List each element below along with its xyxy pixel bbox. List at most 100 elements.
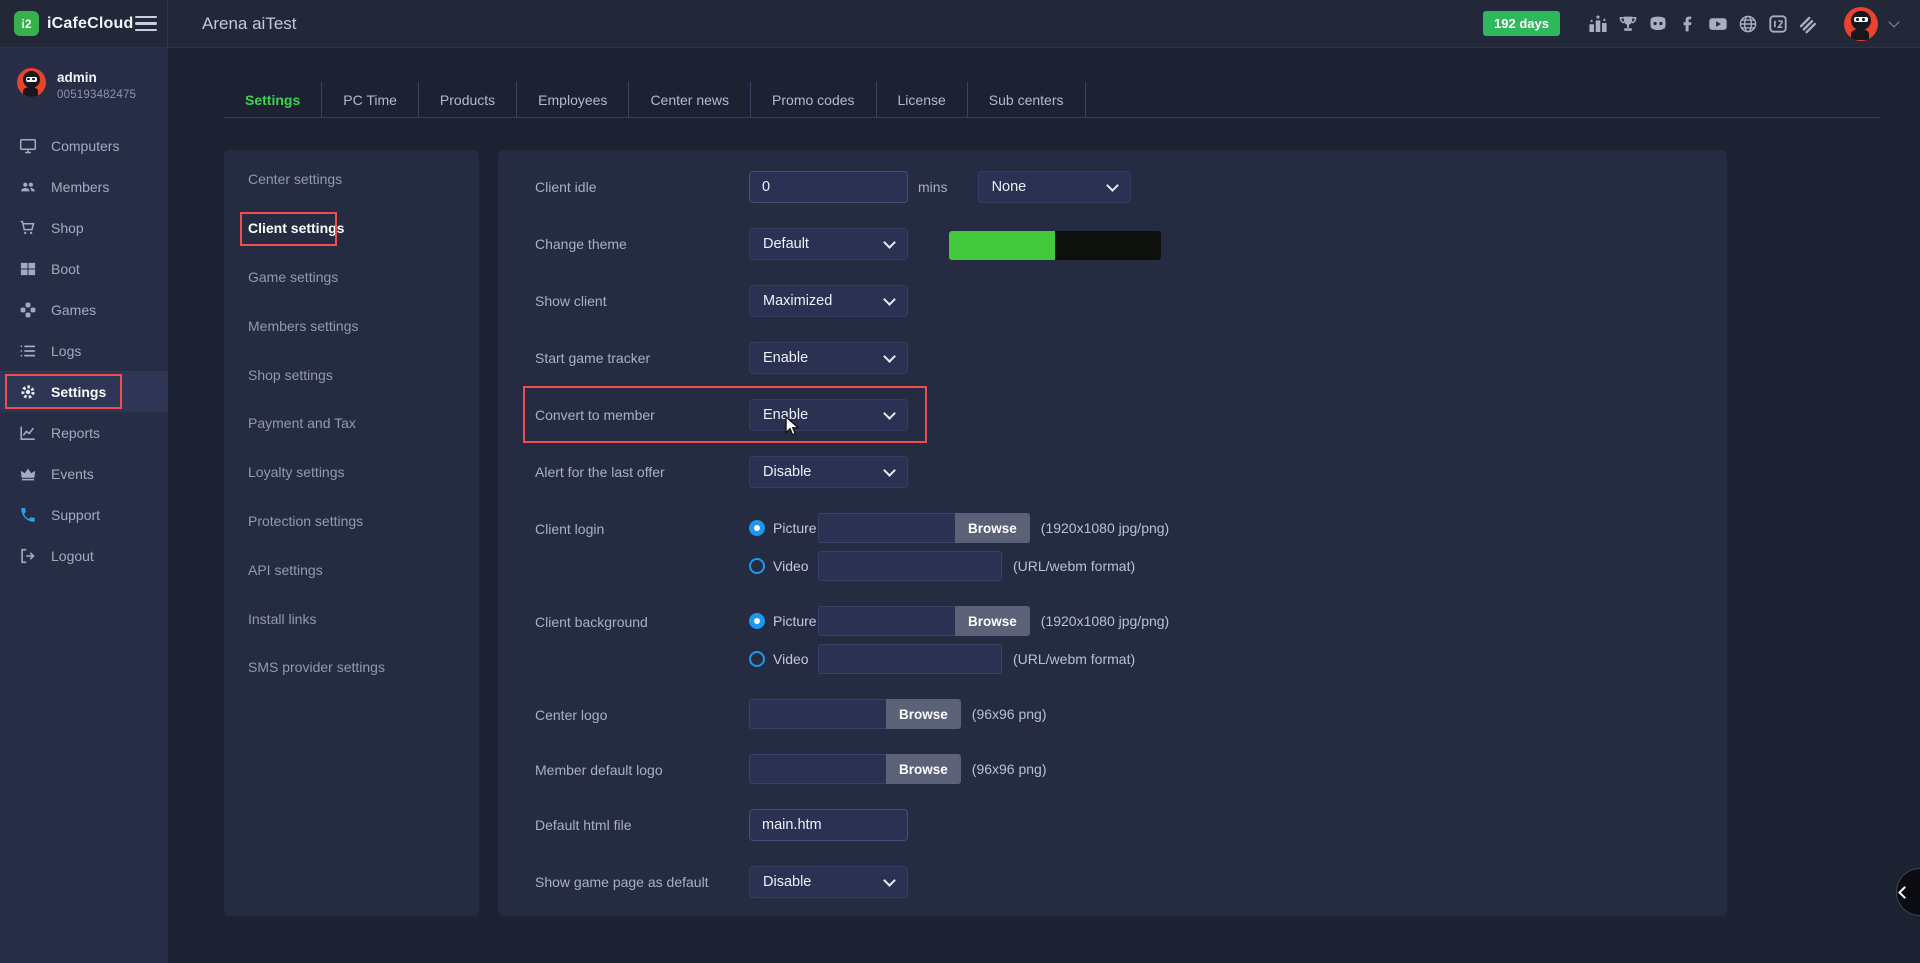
row-show-client: Show client Maximized [535, 285, 1697, 317]
subnav-label: Game settings [248, 269, 338, 285]
client-login-video-input[interactable] [818, 551, 1002, 581]
subnav-install-links[interactable]: Install links [224, 594, 479, 643]
tab-pc-time[interactable]: PC Time [322, 82, 419, 117]
field-label: Client login [535, 513, 749, 537]
sidebar-item-logout[interactable]: Logout [0, 535, 168, 576]
theme-color-preview [949, 231, 1161, 260]
tab-employees[interactable]: Employees [517, 82, 629, 117]
alert-last-offer-select[interactable]: Disable [749, 456, 908, 488]
sidebar-item-computers[interactable]: Computers [0, 125, 168, 166]
license-days-badge[interactable]: 192 days [1483, 11, 1560, 36]
sidebar-item-reports[interactable]: Reports [0, 412, 168, 453]
subnav-api-settings[interactable]: API settings [224, 545, 479, 594]
show-client-select[interactable]: Maximized [749, 285, 908, 317]
field-label: Convert to member [535, 399, 749, 423]
default-html-file-input[interactable] [749, 809, 908, 841]
show-game-page-select[interactable]: Disable [749, 866, 908, 898]
ranking-icon[interactable] [1588, 14, 1608, 34]
chevron-down-icon[interactable] [1888, 16, 1899, 27]
sidebar-item-games[interactable]: Games [0, 289, 168, 330]
youtube-icon[interactable] [1708, 14, 1728, 34]
subnav-sms-provider-settings[interactable]: SMS provider settings [224, 643, 479, 692]
convert-to-member-select[interactable]: Enable [749, 399, 908, 431]
field-label: Show game page as default [535, 866, 749, 890]
tab-center-news[interactable]: Center news [629, 82, 751, 117]
client-login-picture-browse-button[interactable]: Browse [955, 513, 1030, 543]
sidebar-item-settings[interactable]: Settings [0, 371, 168, 412]
tab-license[interactable]: License [877, 82, 968, 117]
sidebar-item-shop[interactable]: Shop [0, 207, 168, 248]
center-logo-browse-button[interactable]: Browse [886, 699, 961, 729]
sidebar-item-members[interactable]: Members [0, 166, 168, 207]
tab-sub-centers[interactable]: Sub centers [968, 82, 1086, 117]
subnav-shop-settings[interactable]: Shop settings [224, 350, 479, 399]
client-background-picture-browse-button[interactable]: Browse [955, 606, 1030, 636]
sidebar-item-support[interactable]: Support [0, 494, 168, 535]
client-login-picture-radio[interactable] [749, 520, 765, 536]
row-convert-to-member: Convert to member Enable [535, 399, 1697, 431]
client-login-video-radio[interactable] [749, 558, 765, 574]
subnav-center-settings[interactable]: Center settings [224, 155, 479, 204]
client-idle-input[interactable] [749, 171, 908, 203]
collapse-panel-button[interactable] [1896, 868, 1920, 916]
trophy-icon[interactable] [1618, 14, 1638, 34]
sidebar-item-events[interactable]: Events [0, 453, 168, 494]
field-label: Start game tracker [535, 342, 749, 366]
client-idle-action-select[interactable]: None [978, 171, 1131, 203]
row-show-game-page: Show game page as default Disable [535, 866, 1697, 898]
sidebar-nav: Computers Members Shop Boot Games Logs S… [0, 125, 168, 576]
subnav-members-settings[interactable]: Members settings [224, 301, 479, 350]
hamburger-menu-icon[interactable] [135, 12, 157, 35]
field-label: Client idle [535, 171, 749, 195]
row-center-logo: Center logo Browse (96x96 png) [535, 699, 1697, 729]
center-logo-input[interactable] [749, 699, 886, 729]
select-value: Disable [763, 464, 811, 480]
page-title: Arena aiTest [202, 14, 297, 34]
layers-icon[interactable] [1798, 14, 1818, 34]
logout-icon [19, 547, 37, 565]
cart-icon [19, 219, 37, 237]
subnav-label: Install links [248, 611, 316, 627]
select-value: Enable [763, 407, 808, 423]
discord-icon[interactable] [1648, 14, 1668, 34]
format-note: (URL/webm format) [1013, 558, 1135, 574]
client-background-video-input[interactable] [818, 644, 1002, 674]
icafecloud-icon[interactable] [1768, 14, 1788, 34]
sidebar-item-label: Boot [51, 261, 80, 277]
globe-icon[interactable] [1738, 14, 1758, 34]
subnav-client-settings[interactable]: Client settings [224, 204, 479, 253]
tab-settings[interactable]: Settings [224, 82, 322, 117]
sidebar: admin 005193482475 Computers Members Sho… [0, 48, 168, 963]
theme-black-swatch [1055, 231, 1161, 260]
subnav-payment-and-tax[interactable]: Payment and Tax [224, 399, 479, 448]
subnav-label: Protection settings [248, 513, 363, 529]
field-label: Alert for the last offer [535, 456, 749, 480]
change-theme-select[interactable]: Default [749, 228, 908, 260]
client-background-picture-radio[interactable] [749, 613, 765, 629]
radio-label: Picture [773, 613, 817, 629]
facebook-icon[interactable] [1678, 14, 1698, 34]
select-value: Default [763, 236, 809, 252]
start-game-tracker-select[interactable]: Enable [749, 342, 908, 374]
subnav-game-settings[interactable]: Game settings [224, 253, 479, 302]
tab-products[interactable]: Products [419, 82, 517, 117]
format-note: (1920x1080 jpg/png) [1041, 520, 1169, 536]
field-label: Show client [535, 285, 749, 309]
tab-promo-codes[interactable]: Promo codes [751, 82, 876, 117]
client-background-video-radio[interactable] [749, 651, 765, 667]
gamepad-icon [19, 301, 37, 319]
sidebar-item-logs[interactable]: Logs [0, 330, 168, 371]
user-avatar[interactable] [1844, 7, 1878, 41]
sidebar-item-label: Events [51, 466, 94, 482]
subnav-protection-settings[interactable]: Protection settings [224, 497, 479, 546]
sidebar-item-label: Settings [51, 384, 106, 400]
field-label: Member default logo [535, 754, 749, 778]
sidebar-user[interactable]: admin 005193482475 [0, 48, 168, 111]
member-default-logo-input[interactable] [749, 754, 886, 784]
client-login-picture-input[interactable] [818, 513, 955, 543]
subnav-loyalty-settings[interactable]: Loyalty settings [224, 448, 479, 497]
member-default-logo-browse-button[interactable]: Browse [886, 754, 961, 784]
client-background-picture-input[interactable] [818, 606, 955, 636]
sidebar-item-boot[interactable]: Boot [0, 248, 168, 289]
gear-icon [19, 383, 37, 401]
